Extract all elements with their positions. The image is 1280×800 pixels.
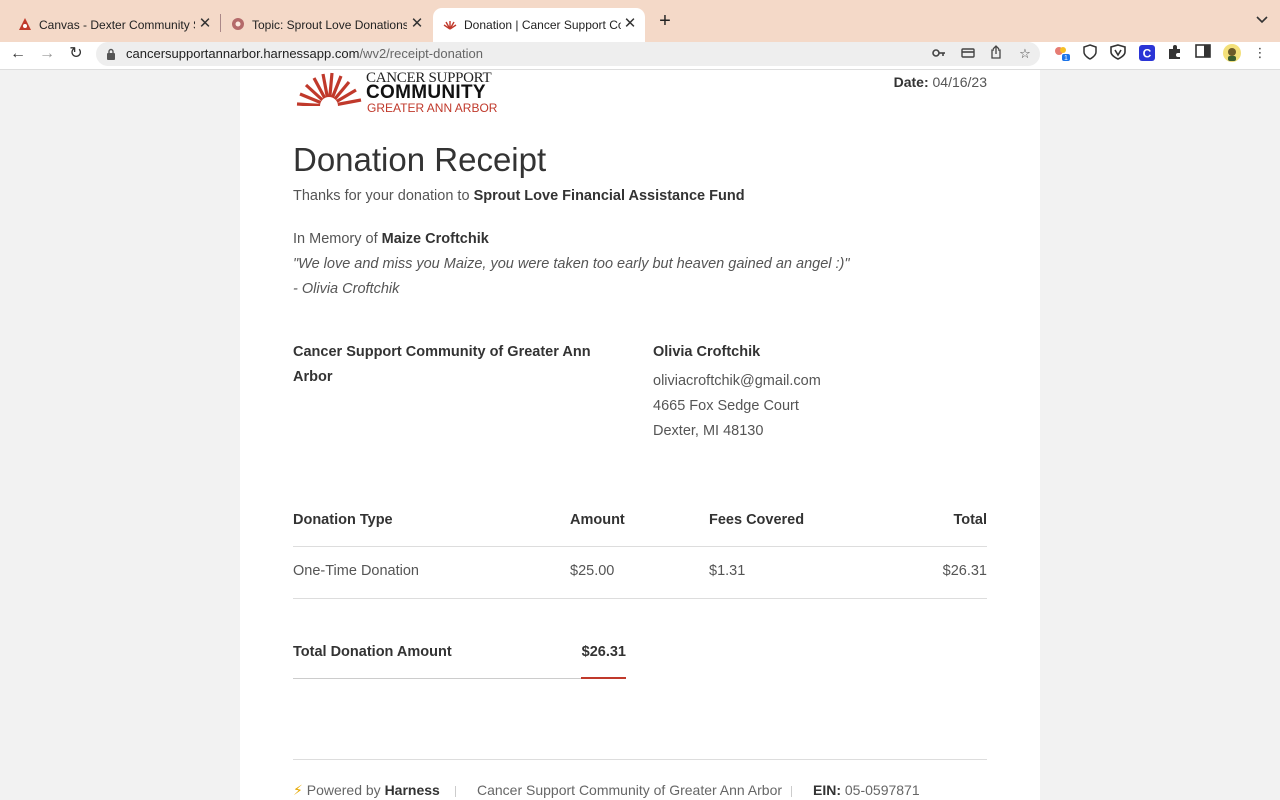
extensions-puzzle-icon[interactable]: [1166, 44, 1184, 62]
thanks-prefix: Thanks for your donation to: [293, 188, 470, 204]
url-path: /wv2/receipt-donation: [359, 46, 484, 61]
organization-name: Cancer Support Community of Greater Ann …: [293, 344, 591, 385]
csc-logo[interactable]: CANCER SUPPORT COMMUNITY GREATER ANN ARB…: [293, 70, 503, 116]
profile-avatar-icon[interactable]: [1222, 43, 1241, 62]
footer-ein: EIN: 05-0597871: [813, 782, 920, 798]
receipt-footer: ⚡ Powered by Harness Cancer Support Comm…: [293, 759, 987, 800]
receipt-date: Date: 04/16/23: [894, 74, 987, 90]
shield-extension-icon[interactable]: [1081, 44, 1099, 62]
donor-name: Olivia Croftchik: [653, 344, 761, 360]
total-accent-underline: [581, 677, 626, 679]
c-extension-label: C: [1143, 47, 1152, 61]
forward-arrow-icon[interactable]: →: [37, 44, 57, 64]
key-icon[interactable]: [930, 45, 948, 63]
tab-title: Donation | Cancer Support Con: [464, 18, 621, 32]
back-arrow-icon[interactable]: ←: [8, 44, 28, 64]
browser-tab-bar: Canvas - Dexter Community Sc ✕ Topic: Sp…: [0, 0, 1280, 42]
reload-icon[interactable]: ↻: [66, 44, 86, 64]
tribute-quote: "We love and miss you Maize, you were ta…: [293, 256, 850, 272]
ein-value: 05-0597871: [844, 782, 920, 798]
csc-favicon-icon: [443, 19, 457, 30]
ein-label: EIN:: [813, 782, 841, 798]
c-extension-icon[interactable]: C: [1138, 45, 1156, 63]
tab-title: Topic: Sprout Love Donations!: [252, 18, 407, 32]
donor-info: Olivia Croftchik oliviacroftchik@gmail.c…: [653, 340, 973, 444]
powered-brand: Harness: [384, 782, 440, 798]
cell-fees-covered: $1.31: [709, 563, 746, 579]
column-header-total: Total: [953, 512, 987, 528]
date-value: 04/16/23: [932, 74, 988, 90]
tab-topic[interactable]: Topic: Sprout Love Donations! ✕: [222, 8, 432, 42]
tab-title: Canvas - Dexter Community Sc: [39, 18, 195, 32]
close-tab-icon[interactable]: ✕: [196, 15, 214, 33]
new-tab-icon[interactable]: +: [655, 11, 675, 32]
memory-name: Maize Croftchik: [381, 231, 489, 247]
close-tab-icon[interactable]: ✕: [621, 15, 639, 33]
logo-line-3: GREATER ANN ARBOR: [367, 101, 498, 115]
powered-by[interactable]: ⚡ Powered by Harness: [293, 782, 440, 799]
page-title: Donation Receipt: [293, 141, 547, 178]
total-donation-row: Total Donation Amount $26.31: [293, 633, 626, 679]
extension-puzzle-colorful-icon[interactable]: 1: [1053, 44, 1071, 62]
tab-canvas[interactable]: Canvas - Dexter Community Sc ✕: [8, 8, 220, 42]
donor-email: oliviacroftchik@gmail.com: [653, 373, 821, 389]
browser-toolbar: ← → ↻ cancersupportannarbor.harnessapp.c…: [0, 42, 1280, 70]
tab-donation[interactable]: Donation | Cancer Support Con ✕: [433, 8, 645, 42]
total-donation-value: $26.31: [581, 644, 626, 660]
cell-amount: $25.00: [570, 563, 615, 579]
vpn-shield-extension-icon[interactable]: [1109, 44, 1127, 62]
tribute-signature: - Olivia Croftchik: [293, 281, 400, 297]
canvas-favicon-icon: [18, 17, 32, 31]
memory-prefix: In Memory of: [293, 231, 378, 247]
lightning-bolt-icon: ⚡: [293, 782, 303, 798]
topic-favicon-icon: [231, 17, 245, 31]
cell-donation-type: One-Time Donation: [293, 563, 419, 579]
powered-prefix: Powered by: [306, 782, 381, 798]
url-text[interactable]: cancersupportannarbor.harnessapp.com/wv2…: [126, 46, 483, 61]
more-menu-icon[interactable]: ⋮: [1251, 44, 1269, 62]
share-icon[interactable]: [987, 45, 1005, 63]
column-header-fees-covered: Fees Covered: [709, 512, 805, 528]
footer-org-name: Cancer Support Community of Greater Ann …: [477, 782, 783, 798]
fund-name: Sprout Love Financial Assistance Fund: [473, 188, 745, 204]
close-tab-icon[interactable]: ✕: [408, 15, 426, 33]
extension-badge: 1: [1064, 55, 1068, 62]
column-header-donation-type: Donation Type: [293, 512, 393, 528]
donor-address-line-2: Dexter, MI 48130: [653, 423, 764, 439]
date-label: Date:: [893, 74, 929, 90]
address-bar[interactable]: cancersupportannarbor.harnessapp.com/wv2…: [96, 42, 1040, 66]
footer-divider: [455, 786, 456, 797]
receipt-page: CANCER SUPPORT COMMUNITY GREATER ANN ARB…: [240, 70, 1040, 800]
url-host: cancersupportannarbor.harnessapp.com: [126, 46, 360, 61]
sunburst-logo-icon: [294, 72, 364, 115]
donor-address-line-1: 4665 Fox Sedge Court: [653, 398, 799, 414]
lock-icon[interactable]: [106, 47, 116, 60]
total-donation-label: Total Donation Amount: [293, 644, 452, 660]
donation-table: Donation Type Amount Fees Covered Total …: [293, 500, 987, 599]
tab-search-chevron-icon[interactable]: [1256, 13, 1268, 27]
side-panel-icon[interactable]: [1194, 44, 1212, 62]
in-memory-line: In Memory of Maize Croftchik: [293, 231, 489, 247]
thanks-message: Thanks for your donation to Sprout Love …: [293, 188, 745, 204]
tab-separator: [220, 14, 221, 32]
table-row: One-Time Donation $25.00 $1.31 $26.31: [293, 547, 987, 599]
table-header-row: Donation Type Amount Fees Covered Total: [293, 500, 987, 547]
cell-total: $26.31: [942, 563, 987, 579]
footer-divider: [791, 786, 792, 797]
bookmark-star-icon[interactable]: ☆: [1016, 45, 1034, 63]
column-header-amount: Amount: [570, 512, 625, 528]
credit-card-icon[interactable]: [959, 45, 977, 63]
